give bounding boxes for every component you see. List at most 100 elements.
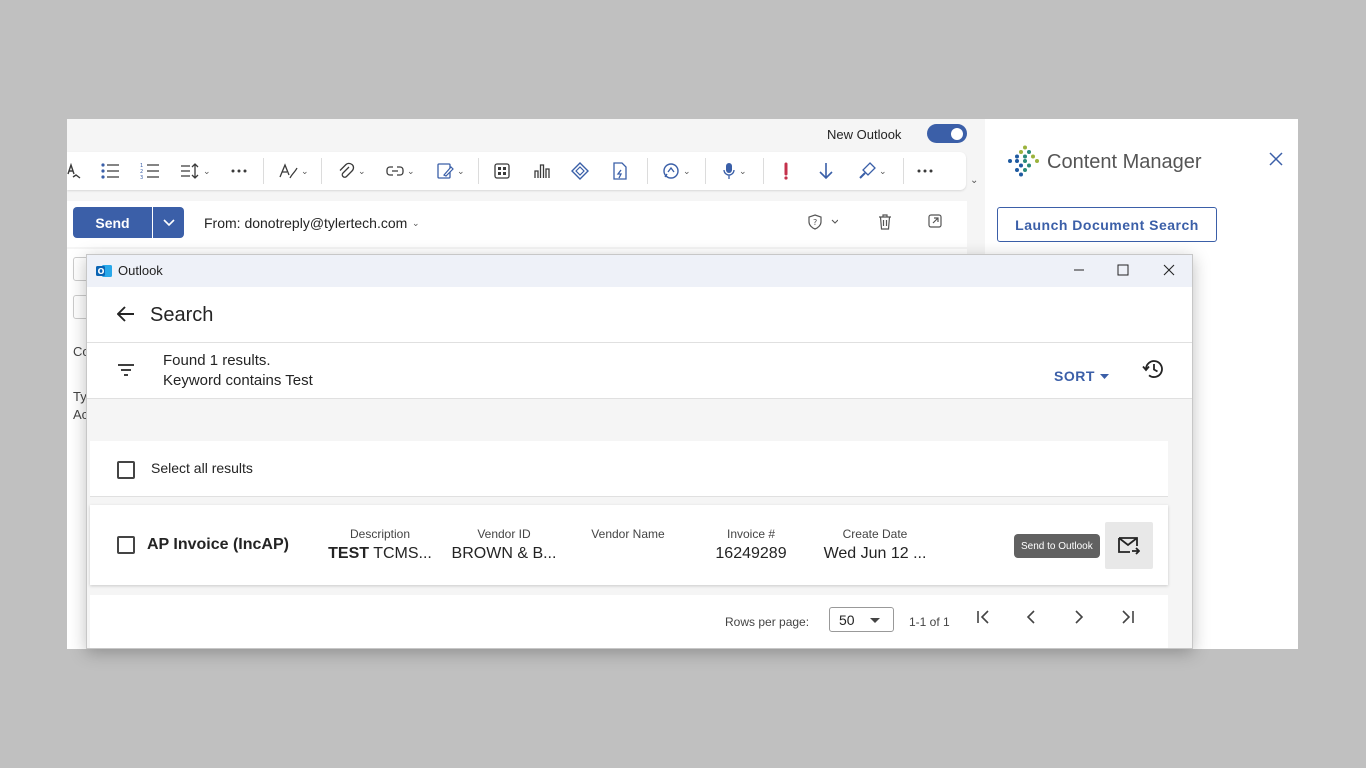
chevron-down-icon: ⌄ (739, 165, 747, 176)
last-page-button[interactable] (1119, 610, 1135, 629)
compose-header: Send From: donotreply@tylertech.com ⌄ ? (67, 201, 967, 247)
ribbon-separator (705, 158, 706, 184)
results-summary-bar: Found 1 results. Keyword contains Test S… (87, 344, 1192, 399)
bullet-list-icon[interactable] (100, 160, 120, 182)
more-icon[interactable] (917, 160, 933, 182)
chevron-down-icon: ⌄ (683, 165, 691, 176)
cell-description: TEST TCMS... (325, 545, 435, 563)
table-row[interactable]: AP Invoice (IncAP) Description TEST TCMS… (90, 505, 1168, 585)
send-button[interactable]: Send (73, 207, 152, 238)
select-all-label: Select all results (151, 460, 253, 476)
content-manager-title: Content Manager (1047, 151, 1202, 173)
cell-description-rest: TCMS... (369, 545, 432, 562)
rows-per-page-label: Rows per page: (725, 615, 810, 629)
dialog-titlebar[interactable]: O Outlook (87, 255, 1192, 287)
copilot-icon[interactable]: ⌄ (662, 160, 691, 182)
first-page-button[interactable] (976, 610, 992, 629)
body-text-fragment: Ty (73, 389, 87, 404)
ribbon-toolbar: 123 ⌄ ⌄ ⌄ ⌄ ⌄ ⌄ ⌄ ⌄ (67, 152, 966, 190)
filter-icon[interactable] (117, 363, 135, 382)
from-field[interactable]: From: donotreply@tylertech.com (204, 215, 407, 231)
numbered-list-icon[interactable]: 123 (140, 160, 160, 182)
dictate-icon[interactable]: ⌄ (722, 160, 747, 182)
column-header-create-date: Create Date (842, 527, 908, 541)
chevron-down-icon: ⌄ (301, 165, 309, 176)
chart-icon[interactable] (533, 160, 551, 182)
rows-per-page-value: 50 (839, 612, 855, 628)
history-icon[interactable] (1142, 359, 1164, 384)
forms-icon[interactable] (612, 160, 628, 182)
sensitivity-icon[interactable]: ? (808, 214, 839, 235)
rows-per-page-select[interactable]: 50 (829, 607, 894, 632)
svg-text:3: 3 (140, 175, 143, 180)
minimize-button[interactable] (1072, 263, 1086, 282)
new-outlook-label: New Outlook (827, 127, 902, 142)
ribbon-expand-icon[interactable]: ⌄ (970, 175, 978, 186)
search-header: Search (87, 287, 1192, 343)
chevron-down-icon: ⌄ (879, 165, 887, 176)
previous-page-button[interactable] (1026, 610, 1036, 629)
format-painter-icon[interactable]: ⌄ (858, 160, 887, 182)
send-to-outlook-button[interactable] (1105, 522, 1153, 569)
more-icon[interactable] (231, 160, 247, 182)
new-outlook-bar: New Outlook (67, 119, 985, 149)
select-all-checkbox[interactable] (117, 461, 135, 479)
cell-create-date: Wed Jun 12 ... (823, 545, 927, 562)
pagination-bar: Rows per page: 50 1-1 of 1 (90, 595, 1168, 648)
signature-icon[interactable]: ⌄ (436, 160, 465, 182)
sort-button[interactable]: SORT (1054, 368, 1109, 384)
dialog-app-title: Outlook (118, 263, 163, 278)
document-type: AP Invoice (IncAP) (147, 536, 289, 553)
ribbon-separator (263, 158, 264, 184)
results-area: Select all results AP Invoice (IncAP) De… (87, 399, 1192, 648)
sort-label: SORT (1054, 368, 1095, 384)
outlook-app-icon: O (96, 263, 113, 284)
send-to-outlook-tooltip: Send to Outlook (1014, 534, 1100, 558)
column-header-vendor-name: Vendor Name (591, 527, 665, 541)
chevron-down-icon: ⌄ (358, 165, 366, 176)
line-spacing-icon[interactable]: ⌄ (180, 160, 211, 182)
link-icon[interactable]: ⌄ (386, 160, 415, 182)
send-options-button[interactable] (153, 207, 184, 238)
caret-down-icon (870, 618, 880, 623)
loop-icon[interactable] (571, 160, 589, 182)
importance-high-icon[interactable] (781, 160, 791, 182)
new-outlook-toggle[interactable] (927, 124, 967, 143)
cell-vendor-id: BROWN & B... (451, 545, 557, 562)
pop-out-icon[interactable] (928, 214, 942, 233)
page-range-text: 1-1 of 1 (909, 615, 950, 629)
chevron-down-icon: ⌄ (407, 165, 415, 176)
maximize-button[interactable] (1116, 263, 1130, 282)
cell-description-highlight: TEST (328, 545, 370, 562)
ribbon-separator (903, 158, 904, 184)
results-count-text: Found 1 results. (163, 352, 271, 369)
toggle-knob (951, 127, 963, 140)
email-send-icon (1118, 536, 1140, 555)
next-page-button[interactable] (1074, 610, 1084, 629)
caret-down-icon (1099, 373, 1109, 379)
spell-check-icon[interactable] (67, 160, 81, 182)
chevron-down-icon: ⌄ (457, 165, 465, 176)
search-criteria-text: Keyword contains Test (163, 372, 313, 389)
apps-icon[interactable] (493, 160, 511, 182)
svg-text:?: ? (813, 218, 817, 227)
ribbon-separator (321, 158, 322, 184)
back-arrow-icon[interactable] (116, 306, 135, 327)
svg-text:O: O (98, 267, 105, 276)
page-title: Search (150, 304, 214, 326)
ribbon-separator (478, 158, 479, 184)
row-checkbox[interactable] (117, 536, 135, 554)
close-icon[interactable] (1269, 152, 1283, 171)
column-header-vendor-id: Vendor ID (477, 527, 531, 541)
attach-icon[interactable]: ⌄ (337, 160, 366, 182)
styles-icon[interactable]: ⌄ (278, 160, 309, 182)
close-button[interactable] (1162, 263, 1176, 282)
content-manager-logo-icon (1007, 145, 1041, 182)
importance-low-icon[interactable] (818, 160, 834, 182)
launch-document-search-button[interactable]: Launch Document Search (997, 207, 1217, 242)
search-dialog: O Outlook Search Found 1 results. Keywor… (86, 254, 1193, 649)
discard-icon[interactable] (878, 214, 892, 235)
chevron-down-icon: ⌄ (203, 165, 211, 176)
chevron-down-icon[interactable]: ⌄ (412, 218, 420, 229)
column-header-description: Description (349, 527, 411, 541)
